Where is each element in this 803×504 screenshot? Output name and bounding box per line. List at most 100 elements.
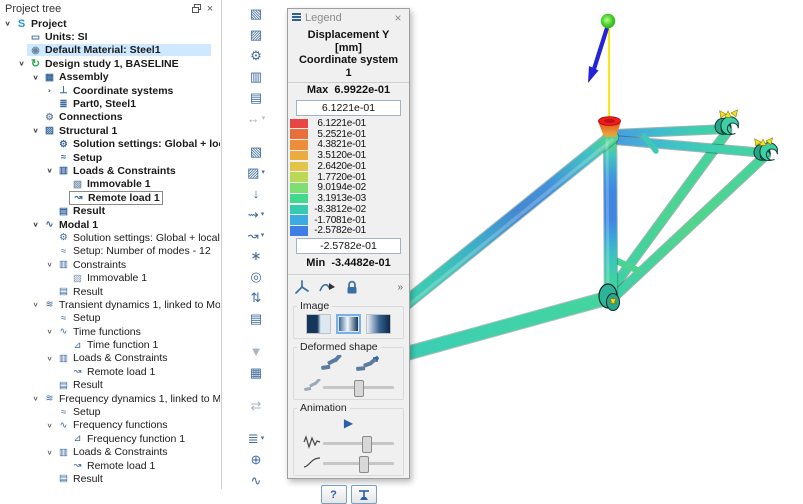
chain-stays[interactable]: [609, 132, 766, 297]
chevron-down-icon[interactable]: ∨: [2, 20, 13, 27]
probe-pick-icon[interactable]: [319, 280, 336, 295]
animation-ramp-slider[interactable]: [323, 462, 394, 465]
remote-load-annotation[interactable]: [588, 14, 621, 137]
chevron-down-icon[interactable]: ∨: [30, 301, 41, 308]
tree-item[interactable]: ∨∿Time functions: [0, 325, 220, 338]
close-panel-icon[interactable]: ×: [203, 3, 217, 15]
tree-item[interactable]: ∨▥Constraints: [0, 258, 220, 271]
immovable-support-icon[interactable]: ▧: [250, 142, 262, 160]
more-options-button[interactable]: »: [397, 282, 403, 293]
lower-bound-input[interactable]: [296, 238, 401, 254]
tree-item[interactable]: ▤Result: [0, 204, 220, 217]
tree-item[interactable]: ▧Immovable 1: [0, 271, 220, 284]
animation-speed-slider-thumb[interactable]: [362, 436, 372, 453]
constraint-dots-icon[interactable]: ▨: [250, 26, 262, 44]
constraint-slide-icon[interactable]: ▥: [250, 68, 262, 86]
filter-icon[interactable]: ▼: [250, 343, 263, 361]
chevron-down-icon[interactable]: ∨: [44, 261, 55, 268]
tree-item[interactable]: ⊿Frequency function 1: [0, 432, 220, 445]
tree-item[interactable]: ▭Units: SI: [0, 30, 220, 43]
force-load-icon[interactable]: ↓: [253, 184, 260, 202]
tree-item[interactable]: ≈Setup: [0, 405, 220, 418]
tree-item[interactable]: ≈Setup: [0, 312, 220, 325]
tree-item[interactable]: ∨↻Design study 1, BASELINE: [0, 57, 220, 70]
legend-style-smooth-button[interactable]: [336, 314, 361, 334]
tree-item[interactable]: ≈Setup: [0, 151, 220, 164]
constraint-hatch-icon[interactable]: ▧: [250, 5, 262, 23]
coordinate-axes-icon[interactable]: [294, 280, 310, 295]
animation-ramp-slider-thumb[interactable]: [359, 456, 369, 473]
remote-load-point[interactable]: [601, 14, 615, 28]
response-curve-icon[interactable]: ∿: [251, 471, 262, 489]
bike-frame-model[interactable]: [377, 111, 781, 368]
tree-item[interactable]: ∨▥Loads & Constraints: [0, 446, 220, 459]
chevron-down-icon[interactable]: ∨: [16, 60, 27, 67]
chevron-right-icon[interactable]: ›: [44, 87, 55, 94]
tree-item[interactable]: ∨∿Frequency functions: [0, 419, 220, 432]
help-button[interactable]: ?: [321, 485, 347, 504]
chevron-down-icon[interactable]: ∨: [44, 449, 55, 456]
chevron-down-icon[interactable]: ∨: [30, 221, 41, 228]
tree-item[interactable]: ≈Setup: Number of modes - 12: [0, 245, 220, 258]
tree-item[interactable]: ∨≋Transient dynamics 1, linked to Modal …: [0, 298, 220, 311]
deformed-scale-slider[interactable]: [323, 386, 394, 389]
tree-item[interactable]: ▤Result: [0, 379, 220, 392]
tree-item[interactable]: ▤Result: [0, 285, 220, 298]
chevron-down-icon[interactable]: ∨: [44, 167, 55, 174]
remote-load-icon[interactable]: ↝▾: [248, 226, 264, 244]
flux-icon[interactable]: ⇄: [251, 396, 262, 414]
deformed-scale-slider-thumb[interactable]: [354, 380, 364, 397]
seat-stays[interactable]: [613, 129, 766, 153]
chevron-down-icon[interactable]: ∨: [44, 422, 55, 429]
pin-legend-button[interactable]: [351, 485, 377, 504]
upper-bound-input[interactable]: [296, 100, 401, 116]
constraint-gear-icon[interactable]: ⚙: [250, 47, 262, 65]
tree-item[interactable]: ⊿Time function 1: [0, 338, 220, 351]
float-panel-icon[interactable]: [189, 3, 203, 15]
tree-item[interactable]: ⚙Connections: [0, 111, 220, 124]
legend-style-reversed-button[interactable]: [366, 314, 391, 334]
tree-item[interactable]: ◉Default Material: Steel1: [0, 44, 220, 57]
tree-item[interactable]: ›⊥Coordinate systems: [0, 84, 220, 97]
tree-item[interactable]: ⚙Solution settings: Global + local: [0, 138, 220, 151]
spring-icon[interactable]: ≣▾: [248, 429, 264, 447]
chevron-down-icon[interactable]: ∨: [44, 355, 55, 362]
tree-item[interactable]: ↝Remote load 1: [0, 459, 220, 472]
bearing-load-icon[interactable]: ◎: [250, 268, 261, 286]
chevron-down-icon[interactable]: ∨: [44, 328, 55, 335]
tree-item[interactable]: ≣Part0, Steel1: [0, 97, 220, 110]
chevron-down-icon[interactable]: ∨: [30, 74, 41, 81]
tree-item[interactable]: ∨▥Loads & Constraints: [0, 164, 220, 177]
chevron-down-icon[interactable]: ∨: [30, 395, 41, 402]
tree-item-label: Loads & Constraints: [73, 352, 168, 364]
tree-item[interactable]: ▤Result: [0, 472, 220, 485]
legend-style-banded-button[interactable]: [306, 314, 331, 334]
dense-support-icon[interactable]: ▦: [250, 364, 262, 382]
tree-item[interactable]: ∨▥Loads & Constraints: [0, 352, 220, 365]
tree-item[interactable]: ∨≋Frequency dynamics 1, linked to Modal …: [0, 392, 220, 405]
tree-item[interactable]: ∨▨Structural 1: [0, 124, 220, 137]
animation-play-button[interactable]: ▶: [297, 416, 400, 431]
legend-header[interactable]: Legend ×: [288, 9, 409, 27]
enforced-displacement-icon[interactable]: ⇅: [251, 289, 262, 307]
datum-table-icon[interactable]: ▤: [250, 89, 262, 107]
tree-item[interactable]: ↝Remote load 1: [0, 365, 220, 378]
tree-item[interactable]: ⚙Solution settings: Global + local: [0, 231, 220, 244]
tree-item[interactable]: ↝Remote load 1: [0, 191, 220, 204]
deformed-shape-off-button[interactable]: [355, 355, 379, 376]
legend-close-icon[interactable]: ×: [391, 11, 405, 25]
distributed-mass-icon[interactable]: ▤: [250, 310, 262, 328]
thermal-load-icon[interactable]: ∗: [251, 247, 262, 265]
chevron-down-icon[interactable]: ∨: [30, 127, 41, 134]
pressure-load-icon[interactable]: ⇝▾: [248, 205, 264, 223]
connector-icon[interactable]: ↔▾: [247, 110, 266, 128]
sliding-support-icon[interactable]: ▨▾: [247, 163, 265, 181]
animation-speed-slider[interactable]: [323, 442, 394, 445]
tree-item[interactable]: ▧Immovable 1: [0, 178, 220, 191]
tree-item[interactable]: ∨∿Modal 1: [0, 218, 220, 231]
lock-scale-icon[interactable]: [345, 280, 359, 295]
deformed-shape-on-button[interactable]: [319, 355, 343, 376]
tree-item[interactable]: ∨▦Assembly: [0, 71, 220, 84]
virtual-connector-icon[interactable]: ⊕: [251, 450, 262, 468]
tree-item[interactable]: ∨SProject: [0, 17, 220, 30]
